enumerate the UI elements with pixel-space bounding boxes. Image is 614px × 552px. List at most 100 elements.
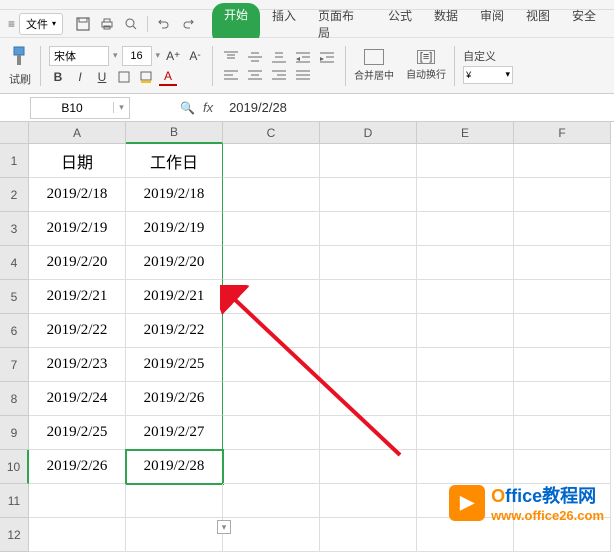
cell[interactable]: 2019/2/23	[29, 348, 126, 382]
decrease-font-icon[interactable]: A-	[186, 47, 204, 65]
cell[interactable]: 2019/2/19	[126, 212, 223, 246]
cell[interactable]	[514, 280, 611, 314]
cell[interactable]: 2019/2/22	[29, 314, 126, 348]
redo-icon[interactable]	[180, 16, 196, 32]
fx-icon[interactable]: fx	[203, 100, 213, 115]
cell[interactable]: 2019/2/20	[29, 246, 126, 280]
cell[interactable]	[514, 416, 611, 450]
cell[interactable]	[223, 212, 320, 246]
cell[interactable]	[417, 416, 514, 450]
row-header[interactable]: 7	[0, 348, 29, 382]
row-header[interactable]: 12	[0, 518, 29, 552]
cell-selected[interactable]: 2019/2/28	[126, 450, 223, 484]
save-icon[interactable]	[75, 16, 91, 32]
cell[interactable]: 日期	[29, 144, 126, 178]
underline-button[interactable]: U	[93, 68, 111, 86]
chevron-down-icon[interactable]: ▾	[113, 50, 118, 61]
justify-icon[interactable]	[293, 67, 313, 83]
cell[interactable]: 2019/2/20	[126, 246, 223, 280]
cell[interactable]	[417, 144, 514, 178]
cell[interactable]	[417, 212, 514, 246]
cell[interactable]	[417, 348, 514, 382]
cell[interactable]: 2019/2/19	[29, 212, 126, 246]
row-header[interactable]: 2	[0, 178, 29, 212]
hamburger-icon[interactable]: ≡	[8, 17, 15, 31]
cell[interactable]	[320, 178, 417, 212]
cell[interactable]	[417, 314, 514, 348]
row-header[interactable]: 5	[0, 280, 29, 314]
row-header[interactable]: 1	[0, 144, 29, 178]
cell[interactable]	[514, 348, 611, 382]
row-header[interactable]: 3	[0, 212, 29, 246]
cell[interactable]: 2019/2/21	[126, 280, 223, 314]
row-header[interactable]: 4	[0, 246, 29, 280]
number-format-label[interactable]: 自定义	[463, 48, 496, 64]
cell[interactable]	[514, 518, 611, 552]
undo-icon[interactable]	[156, 16, 172, 32]
cell[interactable]	[223, 246, 320, 280]
cell[interactable]	[514, 178, 611, 212]
cell[interactable]	[29, 484, 126, 518]
cell[interactable]	[320, 518, 417, 552]
cell[interactable]: 2019/2/21	[29, 280, 126, 314]
currency-dropdown[interactable]: ¥▾	[463, 66, 513, 84]
cell[interactable]	[514, 314, 611, 348]
border-button[interactable]	[115, 68, 133, 86]
cell[interactable]	[417, 246, 514, 280]
align-middle-icon[interactable]	[245, 49, 265, 65]
cell[interactable]	[223, 518, 320, 552]
select-all-corner[interactable]	[0, 122, 29, 144]
col-header-d[interactable]: D	[320, 122, 417, 144]
cell[interactable]	[417, 280, 514, 314]
cell[interactable]	[223, 314, 320, 348]
col-header-f[interactable]: F	[514, 122, 611, 144]
indent-increase-icon[interactable]	[317, 49, 337, 65]
cell[interactable]	[223, 144, 320, 178]
cell[interactable]	[223, 348, 320, 382]
row-header[interactable]: 10	[0, 450, 29, 484]
cell[interactable]	[320, 348, 417, 382]
file-menu[interactable]: 文件 ▾	[19, 13, 63, 35]
cell[interactable]	[126, 518, 223, 552]
col-header-b[interactable]: B	[126, 122, 223, 144]
cell[interactable]	[223, 484, 320, 518]
cell[interactable]	[126, 484, 223, 518]
cell[interactable]	[417, 382, 514, 416]
cell[interactable]	[320, 280, 417, 314]
cell[interactable]: 2019/2/25	[126, 348, 223, 382]
align-center-icon[interactable]	[245, 67, 265, 83]
wrap-text-button[interactable]: [≡] 自动换行	[406, 50, 446, 81]
cell[interactable]	[223, 450, 320, 484]
cell[interactable]	[514, 246, 611, 280]
merge-center-button[interactable]: 合并居中	[354, 49, 394, 82]
name-box[interactable]: B10 ▾	[30, 97, 130, 119]
align-left-icon[interactable]	[221, 67, 241, 83]
brush-icon[interactable]	[8, 45, 32, 69]
col-header-c[interactable]: C	[223, 122, 320, 144]
chevron-down-icon[interactable]: ▾	[156, 50, 161, 61]
cell[interactable]	[223, 280, 320, 314]
bold-button[interactable]: B	[49, 68, 67, 86]
preview-icon[interactable]	[123, 16, 139, 32]
cell[interactable]: 2019/2/25	[29, 416, 126, 450]
cell[interactable]: 2019/2/18	[29, 178, 126, 212]
cell[interactable]	[320, 212, 417, 246]
cell[interactable]: 2019/2/26	[126, 382, 223, 416]
cell[interactable]: 2019/2/26	[29, 450, 126, 484]
print-icon[interactable]	[99, 16, 115, 32]
cell[interactable]: 2019/2/18	[126, 178, 223, 212]
cell[interactable]	[320, 314, 417, 348]
cell[interactable]	[223, 416, 320, 450]
cell[interactable]	[417, 178, 514, 212]
chevron-down-icon[interactable]: ▾	[113, 102, 129, 113]
font-size-input[interactable]	[122, 46, 152, 66]
row-header[interactable]: 11	[0, 484, 29, 518]
italic-button[interactable]: I	[71, 68, 89, 86]
align-bottom-icon[interactable]	[269, 49, 289, 65]
cell[interactable]	[514, 144, 611, 178]
cell[interactable]: 2019/2/24	[29, 382, 126, 416]
cell[interactable]: 2019/2/22	[126, 314, 223, 348]
cell[interactable]	[514, 450, 611, 484]
autofill-options-button[interactable]: ▾	[217, 520, 231, 534]
zoom-icon[interactable]: 🔍	[180, 101, 195, 115]
